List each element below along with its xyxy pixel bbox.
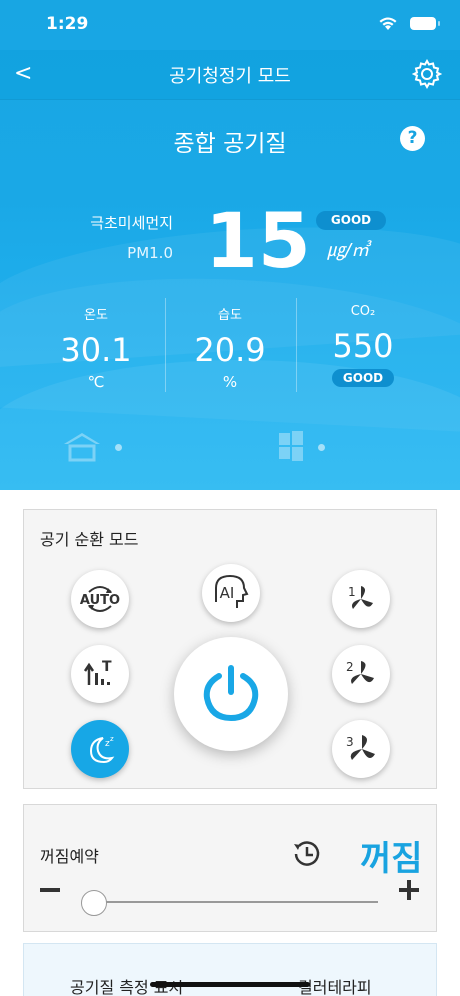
sleep-moon-icon: z z — [89, 735, 115, 764]
page-title: 공기청정기 모드 — [169, 66, 291, 87]
help-icon[interactable]: ? — [400, 126, 425, 151]
gear-icon[interactable] — [412, 59, 442, 89]
home-icon — [64, 433, 100, 462]
indicator-dot — [115, 444, 122, 451]
co2-value: 550 — [332, 327, 394, 365]
fan-1-icon: 1 — [348, 585, 373, 609]
mode-panel-title: 공기 순환 모드 — [40, 530, 139, 549]
display-options-panel: 공기질 측정 표시 컬러테라피 — [23, 943, 437, 996]
turbo-icon: T — [83, 659, 112, 685]
co2-metric: CO₂ 550 GOOD — [297, 298, 429, 394]
metrics-row: 온도 30.1 ℃ 습도 20.9 % CO₂ 550 GOOD — [30, 298, 430, 394]
svg-text:AI: AI — [220, 584, 235, 602]
pm-value: 15 — [205, 196, 311, 285]
humidity-label: 습도 — [218, 308, 242, 323]
fan-2-icon: 2 — [346, 660, 374, 684]
humidity-unit: % — [222, 373, 238, 391]
fan-3-icon: 3 — [346, 735, 375, 760]
indicator-dot — [318, 444, 325, 451]
pm-label: 극초미세먼지 — [90, 214, 173, 232]
auto-mode-button[interactable]: AUTO — [71, 570, 129, 628]
pm-unit: ㎍/㎥ — [327, 240, 370, 261]
battery-icon — [410, 17, 440, 30]
pm-status-badge: GOOD — [316, 211, 386, 230]
increase-timer-button[interactable] — [407, 880, 411, 900]
ai-head-icon: AI — [215, 574, 249, 608]
svg-text:AUTO: AUTO — [80, 593, 120, 608]
co2-status-badge: GOOD — [332, 369, 394, 387]
svg-text:3: 3 — [346, 735, 354, 749]
power-icon — [203, 665, 259, 722]
auto-icon: AUTO — [80, 586, 120, 612]
off-timer-panel: 꺼짐예약 꺼짐 — [23, 804, 437, 932]
air-quality-hero: 1:29 < 공기청정기 모드 종합 공기질 ? 극초미세먼지 PM1.0 15… — [0, 0, 460, 490]
co2-label: CO₂ — [350, 304, 376, 319]
status-bar: 1:29 — [0, 0, 460, 50]
sleep-mode-button[interactable]: z z — [71, 720, 129, 778]
timer-slider-track[interactable] — [82, 901, 378, 903]
hero-footer — [0, 426, 460, 466]
svg-text:z: z — [110, 735, 114, 743]
off-timer-label: 꺼짐예약 — [40, 847, 99, 866]
timer-slider-thumb[interactable] — [81, 890, 107, 916]
temperature-value: 30.1 — [60, 331, 132, 369]
humidity-metric: 습도 20.9 % — [164, 298, 296, 394]
temperature-metric: 온도 30.1 ℃ — [30, 298, 162, 394]
fan-speed-2-button[interactable]: 2 — [332, 645, 390, 703]
fan-speed-1-button[interactable]: 1 — [332, 570, 390, 628]
power-button[interactable] — [174, 637, 288, 751]
air-circulation-mode-panel: 공기 순환 모드 AUTO AI 1 T 2 z z 3 — [23, 509, 437, 789]
off-timer-status: 꺼짐 — [360, 839, 423, 879]
decrease-timer-button[interactable] — [40, 888, 60, 892]
nav-bar: < 공기청정기 모드 — [0, 50, 460, 100]
pm-sub-label: PM1.0 — [127, 244, 173, 262]
window-icon — [279, 431, 303, 461]
turbo-mode-button[interactable]: T — [71, 645, 129, 703]
home-indicator[interactable] — [150, 982, 310, 987]
svg-text:2: 2 — [346, 660, 354, 674]
humidity-value: 20.9 — [194, 331, 266, 369]
svg-text:1: 1 — [348, 585, 356, 599]
wifi-icon — [379, 17, 397, 30]
ai-mode-button[interactable]: AI — [202, 564, 260, 622]
fan-speed-3-button[interactable]: 3 — [332, 720, 390, 778]
temperature-unit: ℃ — [87, 373, 105, 391]
svg-text:T: T — [102, 659, 112, 675]
status-time: 1:29 — [46, 14, 89, 34]
history-clock-icon — [294, 841, 320, 866]
temperature-label: 온도 — [84, 308, 108, 323]
overall-air-quality-title: 종합 공기질 — [173, 131, 287, 157]
